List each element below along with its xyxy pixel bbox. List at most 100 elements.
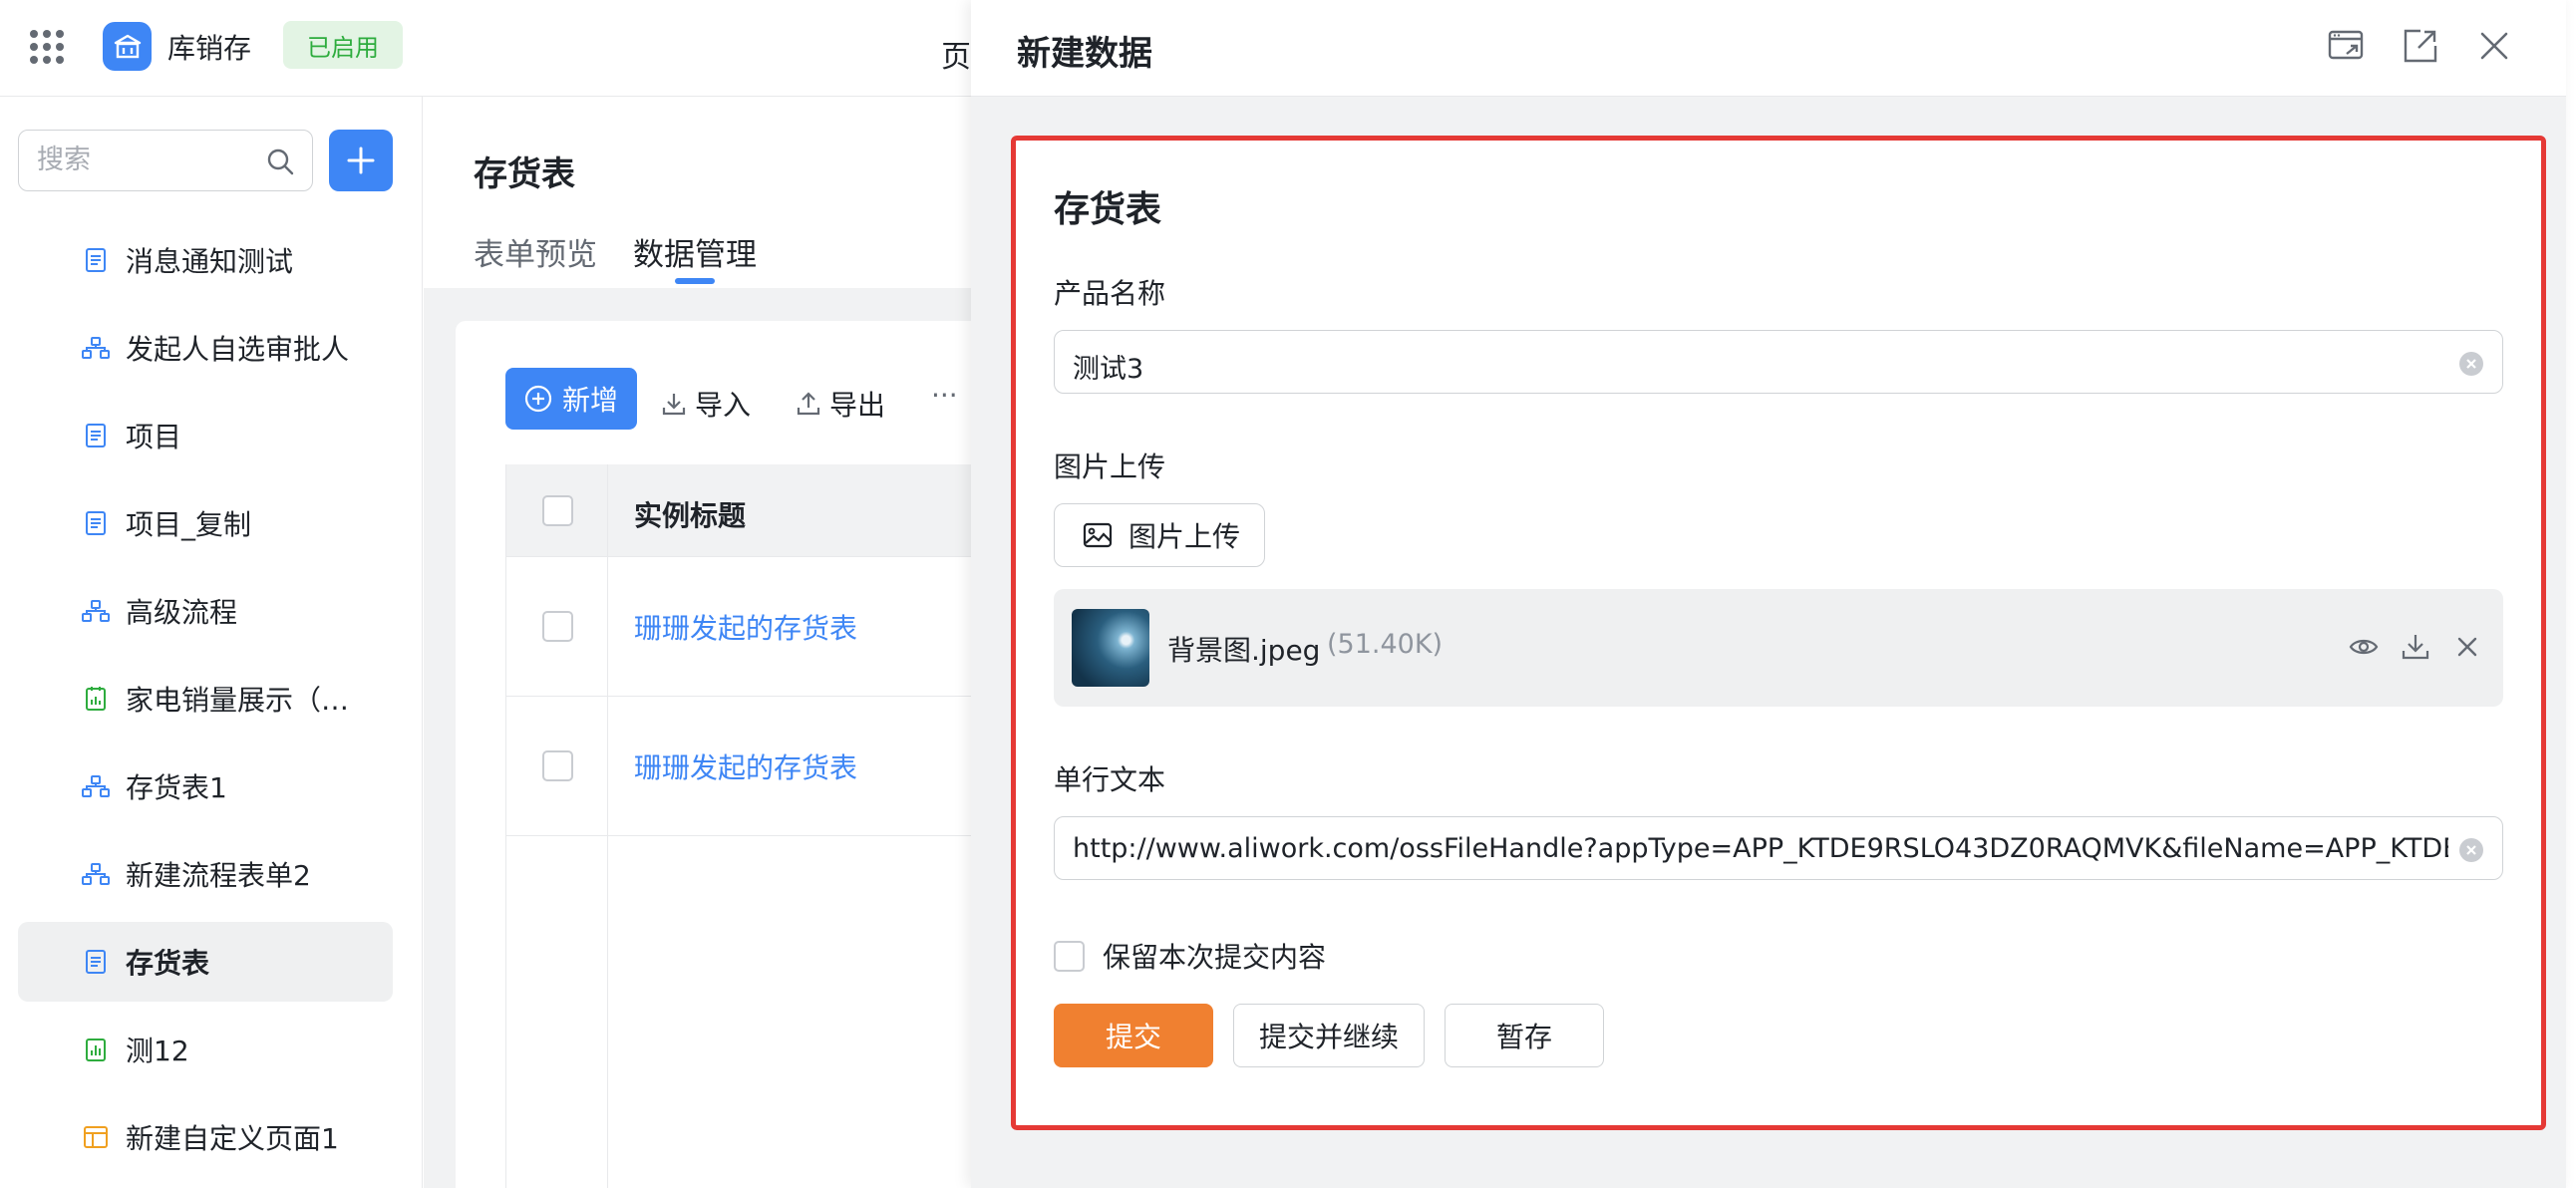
sidebar-item-0[interactable]: 消息通知测试 — [18, 220, 393, 300]
search-icon[interactable] — [264, 146, 296, 177]
flow-icon — [82, 772, 110, 800]
page-icon — [82, 1123, 110, 1151]
table-row: 珊珊发起的存货表 — [506, 697, 971, 836]
drawer-title: 新建数据 — [1017, 34, 1152, 74]
product-name-field[interactable]: 测试3 — [1054, 330, 2503, 394]
drawer-header: 新建数据 — [971, 0, 2566, 97]
sidebar-item-label: 存货表 — [126, 947, 210, 980]
clear-icon[interactable] — [2458, 351, 2484, 377]
sidebar-item-4[interactable]: 高级流程 — [18, 571, 393, 651]
new-record-button[interactable]: 新增 — [505, 368, 637, 430]
open-in-page-icon[interactable] — [2327, 26, 2367, 66]
search-box[interactable] — [18, 130, 313, 191]
tab-active-indicator — [675, 278, 715, 284]
sidebar-item-label: 存货表1 — [126, 771, 227, 804]
new-window-icon[interactable] — [2401, 26, 2440, 66]
sidebar-item-1[interactable]: 发起人自选审批人 — [18, 308, 393, 388]
save-draft-button[interactable]: 暂存 — [1445, 1004, 1604, 1067]
row-checkbox[interactable] — [542, 611, 573, 642]
empty-check-column — [506, 836, 608, 1188]
flow-icon — [82, 860, 110, 888]
file-name: 背景图.jpeg — [1167, 634, 1321, 667]
sidebar-item-8[interactable]: 存货表 — [18, 922, 393, 1002]
single-text-label: 单行文本 — [1054, 763, 1166, 796]
more-actions-button[interactable]: ··· — [931, 379, 958, 412]
row-check-cell — [506, 697, 608, 835]
form-title: 存货表 — [1054, 189, 1162, 230]
product-name-value: 测试3 — [1073, 354, 1144, 385]
sidebar-item-6[interactable]: 存货表1 — [18, 746, 393, 826]
sidebar-item-2[interactable]: 项目 — [18, 396, 393, 475]
sidebar-item-10[interactable]: 新建自定义页面1 — [18, 1097, 393, 1177]
plus-circle-icon — [524, 385, 552, 413]
single-text-value: http://www.aliwork.com/ossFileHandle?app… — [1073, 833, 2448, 864]
upload-icon — [797, 392, 820, 416]
image-icon — [1083, 522, 1113, 548]
keep-content-row[interactable]: 保留本次提交内容 — [1054, 936, 1326, 976]
sidebar-nav: 消息通知测试 发起人自选审批人 项目 项目_复制 高级流程 家电销量展示（… 存… — [18, 220, 393, 1185]
sidebar-item-5[interactable]: 家电销量展示（… — [18, 659, 393, 739]
top-bar: 库销存 已启用 页 — [0, 0, 971, 97]
image-upload-button[interactable]: 图片上传 — [1054, 503, 1265, 567]
report-icon — [82, 1036, 110, 1063]
table-header-row: 实例标题 — [506, 464, 971, 557]
page-title: 存货表 — [474, 154, 575, 194]
main-header: 存货表 表单预览 数据管理 — [424, 97, 971, 288]
remove-file-icon[interactable] — [2451, 631, 2483, 663]
file-thumbnail[interactable] — [1072, 609, 1149, 687]
close-icon[interactable] — [2474, 26, 2514, 66]
sidebar-item-label: 高级流程 — [126, 596, 238, 629]
search-input[interactable] — [37, 145, 256, 175]
sidebar-item-label: 新建自定义页面1 — [126, 1122, 339, 1155]
upload-button-label: 图片上传 — [1128, 520, 1241, 553]
keep-content-checkbox[interactable] — [1054, 940, 1085, 972]
single-text-field[interactable]: http://www.aliwork.com/ossFileHandle?app… — [1054, 816, 2503, 880]
row-check-cell — [506, 557, 608, 696]
status-badge: 已启用 — [283, 21, 403, 69]
sidebar-item-9[interactable]: 测12 — [18, 1010, 393, 1089]
column-header-title: 实例标题 — [634, 499, 747, 532]
select-all-checkbox[interactable] — [542, 495, 573, 526]
form-icon — [82, 246, 110, 274]
tab-form-preview[interactable]: 表单预览 — [474, 229, 597, 274]
sidebar-item-label: 项目_复制 — [126, 508, 252, 541]
product-name-label: 产品名称 — [1054, 277, 1166, 310]
import-button[interactable]: 导入 — [661, 384, 751, 424]
row-title-link[interactable]: 珊珊发起的存货表 — [634, 607, 857, 647]
form-icon — [82, 422, 110, 449]
sidebar-item-label: 新建流程表单2 — [126, 859, 311, 892]
file-size: (51.40K) — [1327, 629, 1444, 660]
download-icon[interactable] — [2400, 631, 2431, 663]
flow-icon — [82, 597, 110, 625]
row-checkbox[interactable] — [542, 750, 573, 781]
tab-data-management[interactable]: 数据管理 — [633, 229, 757, 274]
sidebar-item-7[interactable]: 新建流程表单2 — [18, 834, 393, 914]
form-icon — [82, 509, 110, 537]
sidebar-item-label: 测12 — [126, 1035, 189, 1067]
add-page-button[interactable] — [329, 130, 393, 191]
row-title-link[interactable]: 珊珊发起的存货表 — [634, 746, 857, 786]
plus-icon — [347, 147, 375, 174]
submit-button[interactable]: 提交 — [1054, 1004, 1213, 1067]
preview-eye-icon[interactable] — [2348, 631, 2380, 663]
form-container: 存货表 产品名称 测试3 图片上传 图片上传 背景图.jpeg (51.40K)… — [1011, 136, 2546, 1130]
image-upload-label: 图片上传 — [1054, 450, 1166, 483]
sidebar-item-label: 项目 — [126, 421, 182, 453]
export-button[interactable]: 导出 — [796, 384, 885, 424]
download-icon — [662, 394, 686, 416]
submit-and-continue-button[interactable]: 提交并继续 — [1233, 1004, 1425, 1067]
app-grid-icon[interactable] — [30, 30, 64, 64]
import-label: 导入 — [695, 389, 752, 422]
page-nav-label[interactable]: 页 — [941, 32, 971, 76]
flow-icon — [82, 334, 110, 362]
sidebar-item-label: 消息通知测试 — [126, 245, 294, 278]
sidebar-item-3[interactable]: 项目_复制 — [18, 483, 393, 563]
data-table: 实例标题 珊珊发起的存货表 珊珊发起的存货表 — [505, 464, 971, 1188]
new-record-label: 新增 — [561, 384, 618, 417]
clear-icon[interactable] — [2458, 837, 2484, 863]
app-name: 库销存 — [167, 32, 252, 65]
report-icon — [82, 685, 110, 713]
form-icon — [82, 948, 110, 976]
sidebar-item-label: 家电销量展示（… — [126, 684, 350, 717]
export-label: 导出 — [829, 389, 886, 422]
